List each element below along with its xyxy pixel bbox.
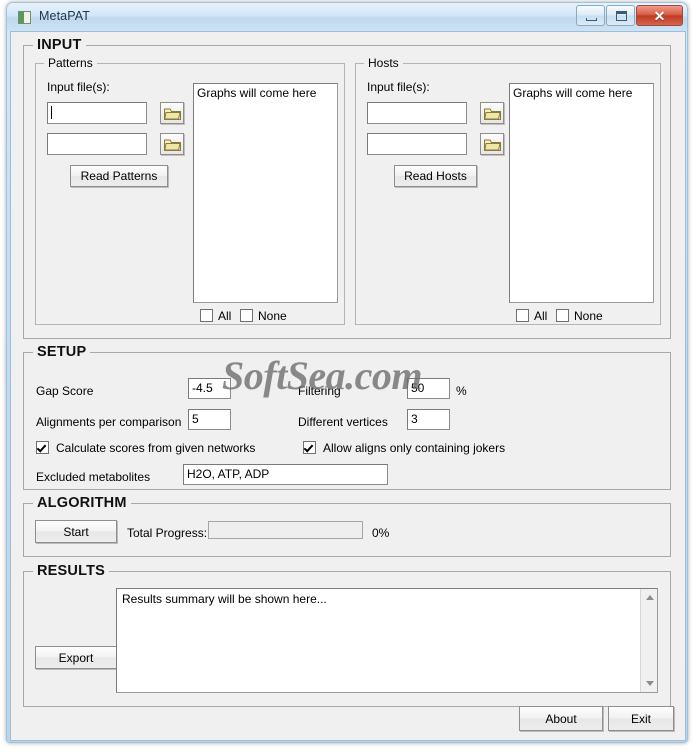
patterns-browse-button-1[interactable] <box>160 102 184 124</box>
patterns-file-field-1[interactable] <box>47 102 147 124</box>
hosts-graphs-listbox[interactable]: Graphs will come here <box>509 83 654 303</box>
hosts-browse-button-1[interactable] <box>480 102 504 124</box>
scroll-down-button[interactable] <box>641 675 657 692</box>
results-summary-box[interactable]: Results summary will be shown here... <box>116 588 658 693</box>
exit-button[interactable]: Exit <box>608 706 674 731</box>
different-vertices-label: Different vertices <box>298 415 388 429</box>
filtering-percent-suffix: % <box>456 384 467 398</box>
patterns-none-checkbox[interactable] <box>240 309 253 322</box>
results-section: RESULTS Export Results summary will be s… <box>23 563 671 707</box>
patterns-none-label: None <box>258 309 287 323</box>
different-vertices-input[interactable]: 3 <box>407 409 450 430</box>
allow-jokers-label: Allow aligns only containing jokers <box>323 441 506 455</box>
app-icon <box>18 11 31 24</box>
patterns-file-field-2[interactable] <box>47 133 147 155</box>
hosts-browse-button-2[interactable] <box>480 133 504 155</box>
hosts-all-label: All <box>534 309 548 323</box>
read-patterns-button[interactable]: Read Patterns <box>70 165 168 187</box>
calculate-scores-checkbox[interactable] <box>36 441 49 454</box>
minimize-button[interactable] <box>576 5 605 26</box>
total-progress-label: Total Progress: <box>127 526 208 540</box>
minimize-icon <box>586 18 597 21</box>
application-window: MetaPAT ✕ INPUT Patterns Input file(s): <box>6 2 688 743</box>
close-button[interactable]: ✕ <box>636 5 683 26</box>
caret-up-icon <box>646 595 654 600</box>
folder-icon <box>164 139 181 151</box>
gap-score-label: Gap Score <box>36 384 94 398</box>
patterns-all-checkbox[interactable] <box>200 309 213 322</box>
excluded-metabolites-input[interactable]: H2O, ATP, ADP <box>183 464 388 485</box>
setup-section-legend: SETUP <box>33 344 91 360</box>
close-icon: ✕ <box>653 8 666 24</box>
maximize-icon <box>616 11 627 21</box>
window-controls: ✕ <box>575 5 683 26</box>
folder-icon <box>164 108 181 120</box>
hosts-group: Hosts Input file(s): Read Hosts Graphs w… <box>355 56 661 325</box>
scroll-up-button[interactable] <box>641 589 657 606</box>
input-section: INPUT Patterns Input file(s): Read Patte… <box>23 37 671 339</box>
total-progress-bar <box>208 521 363 539</box>
hosts-group-legend: Hosts <box>364 56 403 70</box>
export-button[interactable]: Export <box>35 646 117 669</box>
about-button[interactable]: About <box>519 706 603 731</box>
hosts-file-field-1[interactable] <box>367 102 467 124</box>
patterns-group: Patterns Input file(s): Read Patterns Gr… <box>35 56 345 325</box>
list-item[interactable]: Graphs will come here <box>194 84 337 100</box>
alignments-input[interactable]: 5 <box>188 409 231 430</box>
excluded-metabolites-label: Excluded metabolites <box>36 470 151 484</box>
patterns-group-legend: Patterns <box>44 56 97 70</box>
caret-down-icon <box>646 681 654 686</box>
filtering-input[interactable]: 50 <box>407 378 450 399</box>
maximize-button[interactable] <box>606 5 635 26</box>
hosts-all-checkbox[interactable] <box>516 309 529 322</box>
hosts-none-label: None <box>574 309 603 323</box>
alignments-label: Alignments per comparison <box>36 415 182 429</box>
input-section-legend: INPUT <box>33 37 86 53</box>
algorithm-section: ALGORITHM Start Total Progress: 0% <box>23 495 671 557</box>
results-scrollbar[interactable] <box>640 589 657 692</box>
hosts-file-field-2[interactable] <box>367 133 467 155</box>
allow-jokers-checkbox[interactable] <box>303 441 316 454</box>
patterns-all-label: All <box>218 309 232 323</box>
hosts-input-files-label: Input file(s): <box>367 80 430 94</box>
window-title: MetaPAT <box>39 9 90 23</box>
client-area: INPUT Patterns Input file(s): Read Patte… <box>10 31 686 741</box>
setup-section: SETUP Gap Score -4.5 Filtering 50 % Alig… <box>23 344 671 490</box>
hosts-none-checkbox[interactable] <box>556 309 569 322</box>
algorithm-section-legend: ALGORITHM <box>33 495 131 511</box>
patterns-browse-button-2[interactable] <box>160 133 184 155</box>
results-section-legend: RESULTS <box>33 563 109 579</box>
filtering-label: Filtering <box>298 384 341 398</box>
calculate-scores-label: Calculate scores from given networks <box>56 441 256 455</box>
folder-icon <box>484 108 501 120</box>
results-summary-text: Results summary will be shown here... <box>122 592 327 606</box>
patterns-graphs-listbox[interactable]: Graphs will come here <box>193 83 338 303</box>
title-bar: MetaPAT ✕ <box>7 3 687 31</box>
list-item[interactable]: Graphs will come here <box>510 84 653 100</box>
folder-icon <box>484 139 501 151</box>
read-hosts-button[interactable]: Read Hosts <box>394 165 477 187</box>
start-button[interactable]: Start <box>35 520 117 543</box>
patterns-input-files-label: Input file(s): <box>47 80 110 94</box>
gap-score-input[interactable]: -4.5 <box>188 378 231 399</box>
progress-percent-value: 0% <box>372 526 390 540</box>
